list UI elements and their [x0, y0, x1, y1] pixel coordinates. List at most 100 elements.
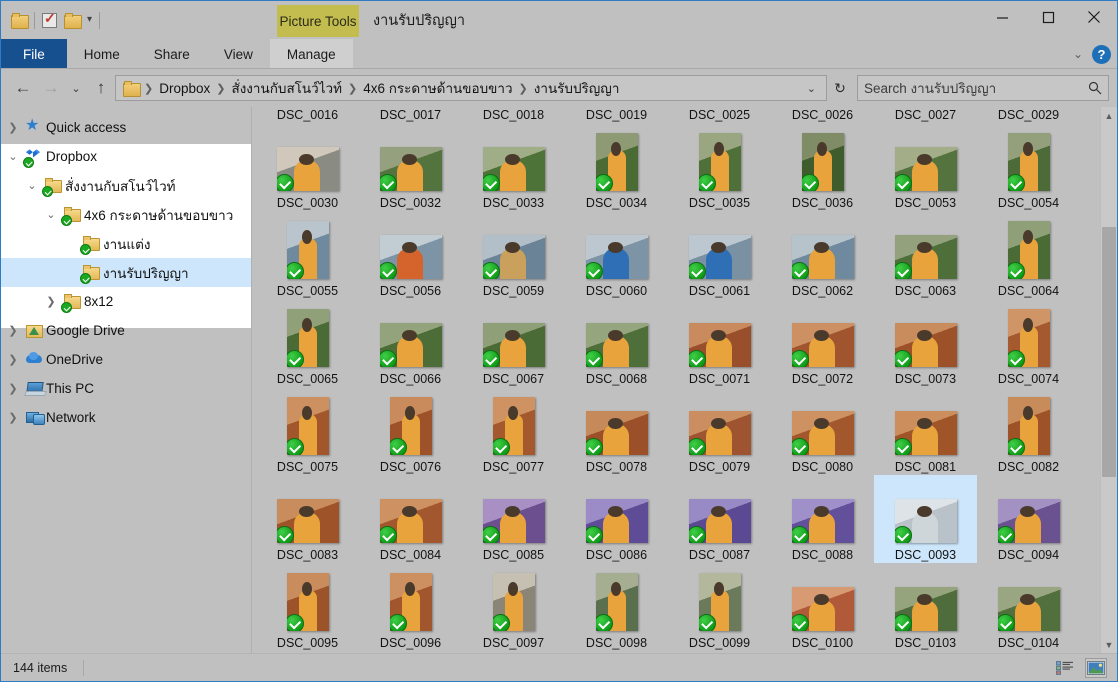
chevron-down-icon[interactable]: ⌄: [1073, 47, 1083, 61]
file-tile[interactable]: DSC_0084: [359, 475, 462, 563]
sidebar-item-0[interactable]: ❯ Quick access: [1, 113, 251, 142]
file-tile[interactable]: DSC_0034: [565, 123, 668, 211]
chevron-right-icon[interactable]: ❯: [39, 295, 63, 308]
file-tile[interactable]: DSC_0074: [977, 299, 1080, 387]
file-tile[interactable]: DSC_0056: [359, 211, 462, 299]
breadcrumb-item-1[interactable]: สั่งงานกับสโนว์ไวท์: [226, 77, 347, 99]
sidebar-item-4[interactable]: งานแต่ง: [1, 229, 251, 258]
chevron-down-icon[interactable]: ⌄: [39, 208, 63, 221]
file-tile[interactable]: DSC_0073: [874, 299, 977, 387]
file-tile[interactable]: DSC_0064: [977, 211, 1080, 299]
breadcrumb-separator[interactable]: ❯: [347, 82, 358, 95]
file-tile[interactable]: DSC_0061: [668, 211, 771, 299]
file-tile[interactable]: DSC_0060: [565, 211, 668, 299]
sidebar-item-8[interactable]: ❯ OneDrive: [1, 345, 251, 374]
breadcrumb-item-0[interactable]: Dropbox: [154, 81, 215, 96]
checkbox-icon[interactable]: [42, 10, 57, 28]
file-tile[interactable]: DSC_0078: [565, 387, 668, 475]
file-tile[interactable]: DSC_0030: [256, 123, 359, 211]
scrollbar-thumb[interactable]: [1102, 227, 1116, 477]
chevron-right-icon[interactable]: ❯: [1, 382, 25, 395]
tab-share[interactable]: Share: [137, 39, 207, 69]
folder-icon[interactable]: [11, 13, 29, 29]
file-tile[interactable]: DSC_0081: [874, 387, 977, 475]
sidebar-item-5[interactable]: งานรับปริญญา: [1, 258, 251, 287]
breadcrumb-item-2[interactable]: 4x6 กระดาษด้านขอบขาว: [358, 77, 517, 99]
sidebar-item-7[interactable]: ❯ Google Drive: [1, 316, 251, 345]
file-tile[interactable]: DSC_0096: [359, 563, 462, 651]
picture-tools-contextual-tab[interactable]: Picture Tools: [277, 5, 359, 37]
file-tile[interactable]: DSC_0066: [359, 299, 462, 387]
file-tile[interactable]: DSC_0019: [565, 107, 668, 123]
file-tile[interactable]: DSC_0062: [771, 211, 874, 299]
scroll-up-arrow[interactable]: ▲: [1101, 107, 1117, 124]
file-tile[interactable]: DSC_0103: [874, 563, 977, 651]
tab-file[interactable]: File: [1, 39, 67, 69]
breadcrumb-item-3[interactable]: งานรับปริญญา: [529, 77, 625, 99]
minimize-button[interactable]: [979, 1, 1025, 33]
file-tile[interactable]: DSC_0026: [771, 107, 874, 123]
file-tile[interactable]: DSC_0017: [359, 107, 462, 123]
sidebar-item-6[interactable]: ❯ 8x12: [1, 287, 251, 316]
file-tile[interactable]: DSC_0086: [565, 475, 668, 563]
recent-locations-button[interactable]: ⌄: [65, 73, 87, 103]
file-tile[interactable]: DSC_0059: [462, 211, 565, 299]
sidebar-item-2[interactable]: ⌄ สั่งงานกับสโนว์ไวท์: [1, 171, 251, 200]
chevron-down-icon[interactable]: ⌄: [1, 150, 25, 163]
refresh-button[interactable]: ↻: [827, 73, 853, 103]
file-tile[interactable]: DSC_0099: [668, 563, 771, 651]
tab-manage[interactable]: Manage: [269, 39, 353, 69]
file-tile[interactable]: DSC_0080: [771, 387, 874, 475]
vertical-scrollbar[interactable]: ▲ ▼: [1100, 107, 1117, 653]
question-mark-icon[interactable]: ?: [1092, 44, 1111, 64]
file-tile[interactable]: DSC_0016: [256, 107, 359, 123]
file-tile[interactable]: DSC_0035: [668, 123, 771, 211]
file-tile[interactable]: DSC_0072: [771, 299, 874, 387]
file-tile[interactable]: DSC_0104: [977, 563, 1080, 651]
chevron-down-icon[interactable]: ▾: [87, 15, 92, 25]
search-input[interactable]: Search งานรับปริญญา: [857, 75, 1109, 101]
large-icons-view-button[interactable]: [1085, 658, 1107, 678]
file-tile[interactable]: DSC_0055: [256, 211, 359, 299]
new-folder-icon[interactable]: [64, 13, 82, 29]
file-tile[interactable]: DSC_0065: [256, 299, 359, 387]
file-tile[interactable]: DSC_0054: [977, 123, 1080, 211]
file-tile[interactable]: DSC_0071: [668, 299, 771, 387]
file-tile[interactable]: DSC_0087: [668, 475, 771, 563]
forward-button[interactable]: →: [37, 73, 65, 103]
file-tile[interactable]: DSC_0036: [771, 123, 874, 211]
file-tile[interactable]: DSC_0076: [359, 387, 462, 475]
file-tile[interactable]: DSC_0077: [462, 387, 565, 475]
file-tile[interactable]: DSC_0095: [256, 563, 359, 651]
tab-home[interactable]: Home: [67, 39, 137, 69]
file-tile[interactable]: DSC_0098: [565, 563, 668, 651]
chevron-down-icon[interactable]: ⌄: [20, 179, 44, 192]
breadcrumb-separator[interactable]: ❯: [518, 82, 529, 95]
file-tile[interactable]: DSC_0033: [462, 123, 565, 211]
scroll-down-arrow[interactable]: ▼: [1101, 636, 1117, 653]
file-tile[interactable]: DSC_0083: [256, 475, 359, 563]
file-tile[interactable]: DSC_0063: [874, 211, 977, 299]
chevron-right-icon[interactable]: ❯: [1, 324, 25, 337]
file-tile[interactable]: DSC_0067: [462, 299, 565, 387]
file-tile[interactable]: DSC_0032: [359, 123, 462, 211]
sidebar-item-10[interactable]: ❯ Network: [1, 403, 251, 432]
sidebar-item-9[interactable]: ❯ This PC: [1, 374, 251, 403]
file-tile[interactable]: DSC_0018: [462, 107, 565, 123]
chevron-right-icon[interactable]: ❯: [1, 353, 25, 366]
chevron-right-icon[interactable]: ❯: [1, 121, 25, 134]
sidebar-item-3[interactable]: ⌄ 4x6 กระดาษด้านขอบขาว: [1, 200, 251, 229]
file-tile[interactable]: DSC_0085: [462, 475, 565, 563]
file-tile[interactable]: DSC_0027: [874, 107, 977, 123]
sidebar-item-1[interactable]: ⌄ Dropbox: [1, 142, 251, 171]
file-tile[interactable]: DSC_0075: [256, 387, 359, 475]
back-button[interactable]: ←: [9, 73, 37, 103]
file-tile[interactable]: DSC_0094: [977, 475, 1080, 563]
close-button[interactable]: [1071, 1, 1117, 33]
file-tile[interactable]: DSC_0025: [668, 107, 771, 123]
chevron-right-icon[interactable]: ❯: [1, 411, 25, 424]
file-tile-selected[interactable]: DSC_0093: [874, 475, 977, 563]
file-tile[interactable]: DSC_0053: [874, 123, 977, 211]
file-tile[interactable]: DSC_0082: [977, 387, 1080, 475]
file-tile[interactable]: DSC_0088: [771, 475, 874, 563]
